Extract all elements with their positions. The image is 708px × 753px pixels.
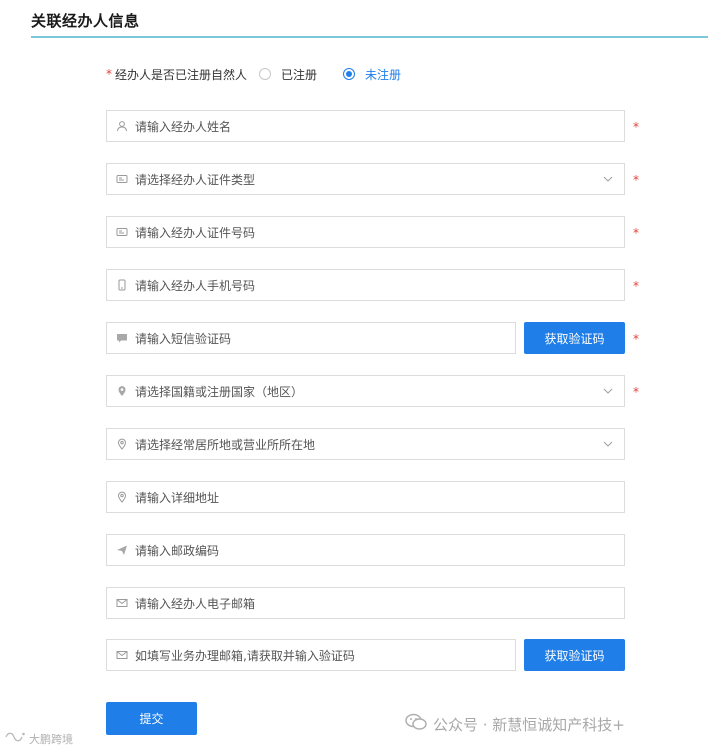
corner-watermark: 大鹏跨境 <box>4 730 73 747</box>
residence-placeholder: 请选择经常居所地或营业所所在地 <box>135 437 316 452</box>
user-icon <box>116 120 128 132</box>
name-input[interactable]: 请输入经办人姓名 <box>106 110 625 142</box>
phone-input[interactable]: 请输入经办人手机号码 <box>106 269 625 301</box>
id-number-required-mark: * <box>633 226 639 240</box>
nationality-placeholder: 请选择国籍或注册国家（地区） <box>135 384 304 399</box>
sms-code-placeholder: 请输入短信验证码 <box>135 331 232 346</box>
phone-placeholder: 请输入经办人手机号码 <box>135 278 256 293</box>
registered-question-label: 经办人是否已注册自然人 <box>115 67 248 82</box>
id-number-input[interactable]: 请输入经办人证件号码 <box>106 216 625 248</box>
business-email-input[interactable]: 如填写业务办理邮箱,请获取并输入验证码 <box>106 639 516 671</box>
radio-label-not-registered: 未注册 <box>365 67 402 82</box>
mail-icon <box>116 597 128 609</box>
nationality-required-mark: * <box>633 385 639 399</box>
email-placeholder: 请输入经办人电子邮箱 <box>135 596 256 611</box>
title-underline <box>31 36 708 38</box>
postal-code-input[interactable]: 请输入邮政编码 <box>106 534 625 566</box>
name-required-mark: * <box>633 120 639 134</box>
id-type-select[interactable]: 请选择经办人证件类型 <box>106 163 625 195</box>
mail-icon <box>116 649 128 661</box>
get-email-code-button[interactable]: 获取验证码 <box>524 639 625 671</box>
radio-label-registered: 已注册 <box>281 67 318 82</box>
id-type-required-mark: * <box>633 173 639 187</box>
radio-registered[interactable]: 已注册 <box>259 66 317 83</box>
section-title: 关联经办人信息 <box>31 12 140 30</box>
id-type-placeholder: 请选择经办人证件类型 <box>135 172 256 187</box>
id-number-placeholder: 请输入经办人证件号码 <box>135 225 256 240</box>
residence-select[interactable]: 请选择经常居所地或营业所所在地 <box>106 428 625 460</box>
sms-code-input[interactable]: 请输入短信验证码 <box>106 322 516 354</box>
phone-required-mark: * <box>633 279 639 293</box>
registered-question-row: * 经办人是否已注册自然人 已注册 未注册 <box>106 65 401 83</box>
sms-code-required-mark: * <box>633 332 639 346</box>
message-icon <box>116 332 128 344</box>
wechat-icon <box>405 713 427 735</box>
radio-not-registered[interactable]: 未注册 <box>343 66 401 83</box>
address-input[interactable]: 请输入详细地址 <box>106 481 625 513</box>
get-sms-code-button[interactable]: 获取验证码 <box>524 322 625 354</box>
address-placeholder: 请输入详细地址 <box>135 490 220 505</box>
name-placeholder: 请输入经办人姓名 <box>135 119 232 134</box>
location-pin-icon <box>116 491 128 503</box>
wechat-watermark-text: 公众号 · 新慧恒诚知产科技+ <box>433 715 625 734</box>
id-card-icon <box>116 173 128 185</box>
radio-circle-not-registered[interactable] <box>343 68 356 80</box>
email-input[interactable]: 请输入经办人电子邮箱 <box>106 587 625 619</box>
radio-circle-registered[interactable] <box>259 68 272 80</box>
logo-icon <box>4 730 26 747</box>
location-pin-icon <box>116 385 128 397</box>
id-card-icon <box>116 226 128 238</box>
chevron-down-icon <box>602 438 614 450</box>
business-email-placeholder: 如填写业务办理邮箱,请获取并输入验证码 <box>135 648 355 663</box>
mobile-phone-icon <box>116 279 128 291</box>
postal-code-placeholder: 请输入邮政编码 <box>135 543 220 558</box>
nationality-select[interactable]: 请选择国籍或注册国家（地区） <box>106 375 625 407</box>
location-pin-icon <box>116 438 128 450</box>
send-icon <box>116 544 128 556</box>
applicant-info-form: 关联经办人信息 * 经办人是否已注册自然人 已注册 未注册 请输入经办人姓名 *… <box>0 0 708 753</box>
chevron-down-icon <box>602 173 614 185</box>
submit-button[interactable]: 提交 <box>106 702 197 735</box>
required-mark: * <box>106 67 112 81</box>
wechat-watermark: 公众号 · 新慧恒诚知产科技+ <box>405 713 625 735</box>
chevron-down-icon <box>602 385 614 397</box>
corner-watermark-text: 大鹏跨境 <box>29 732 73 746</box>
